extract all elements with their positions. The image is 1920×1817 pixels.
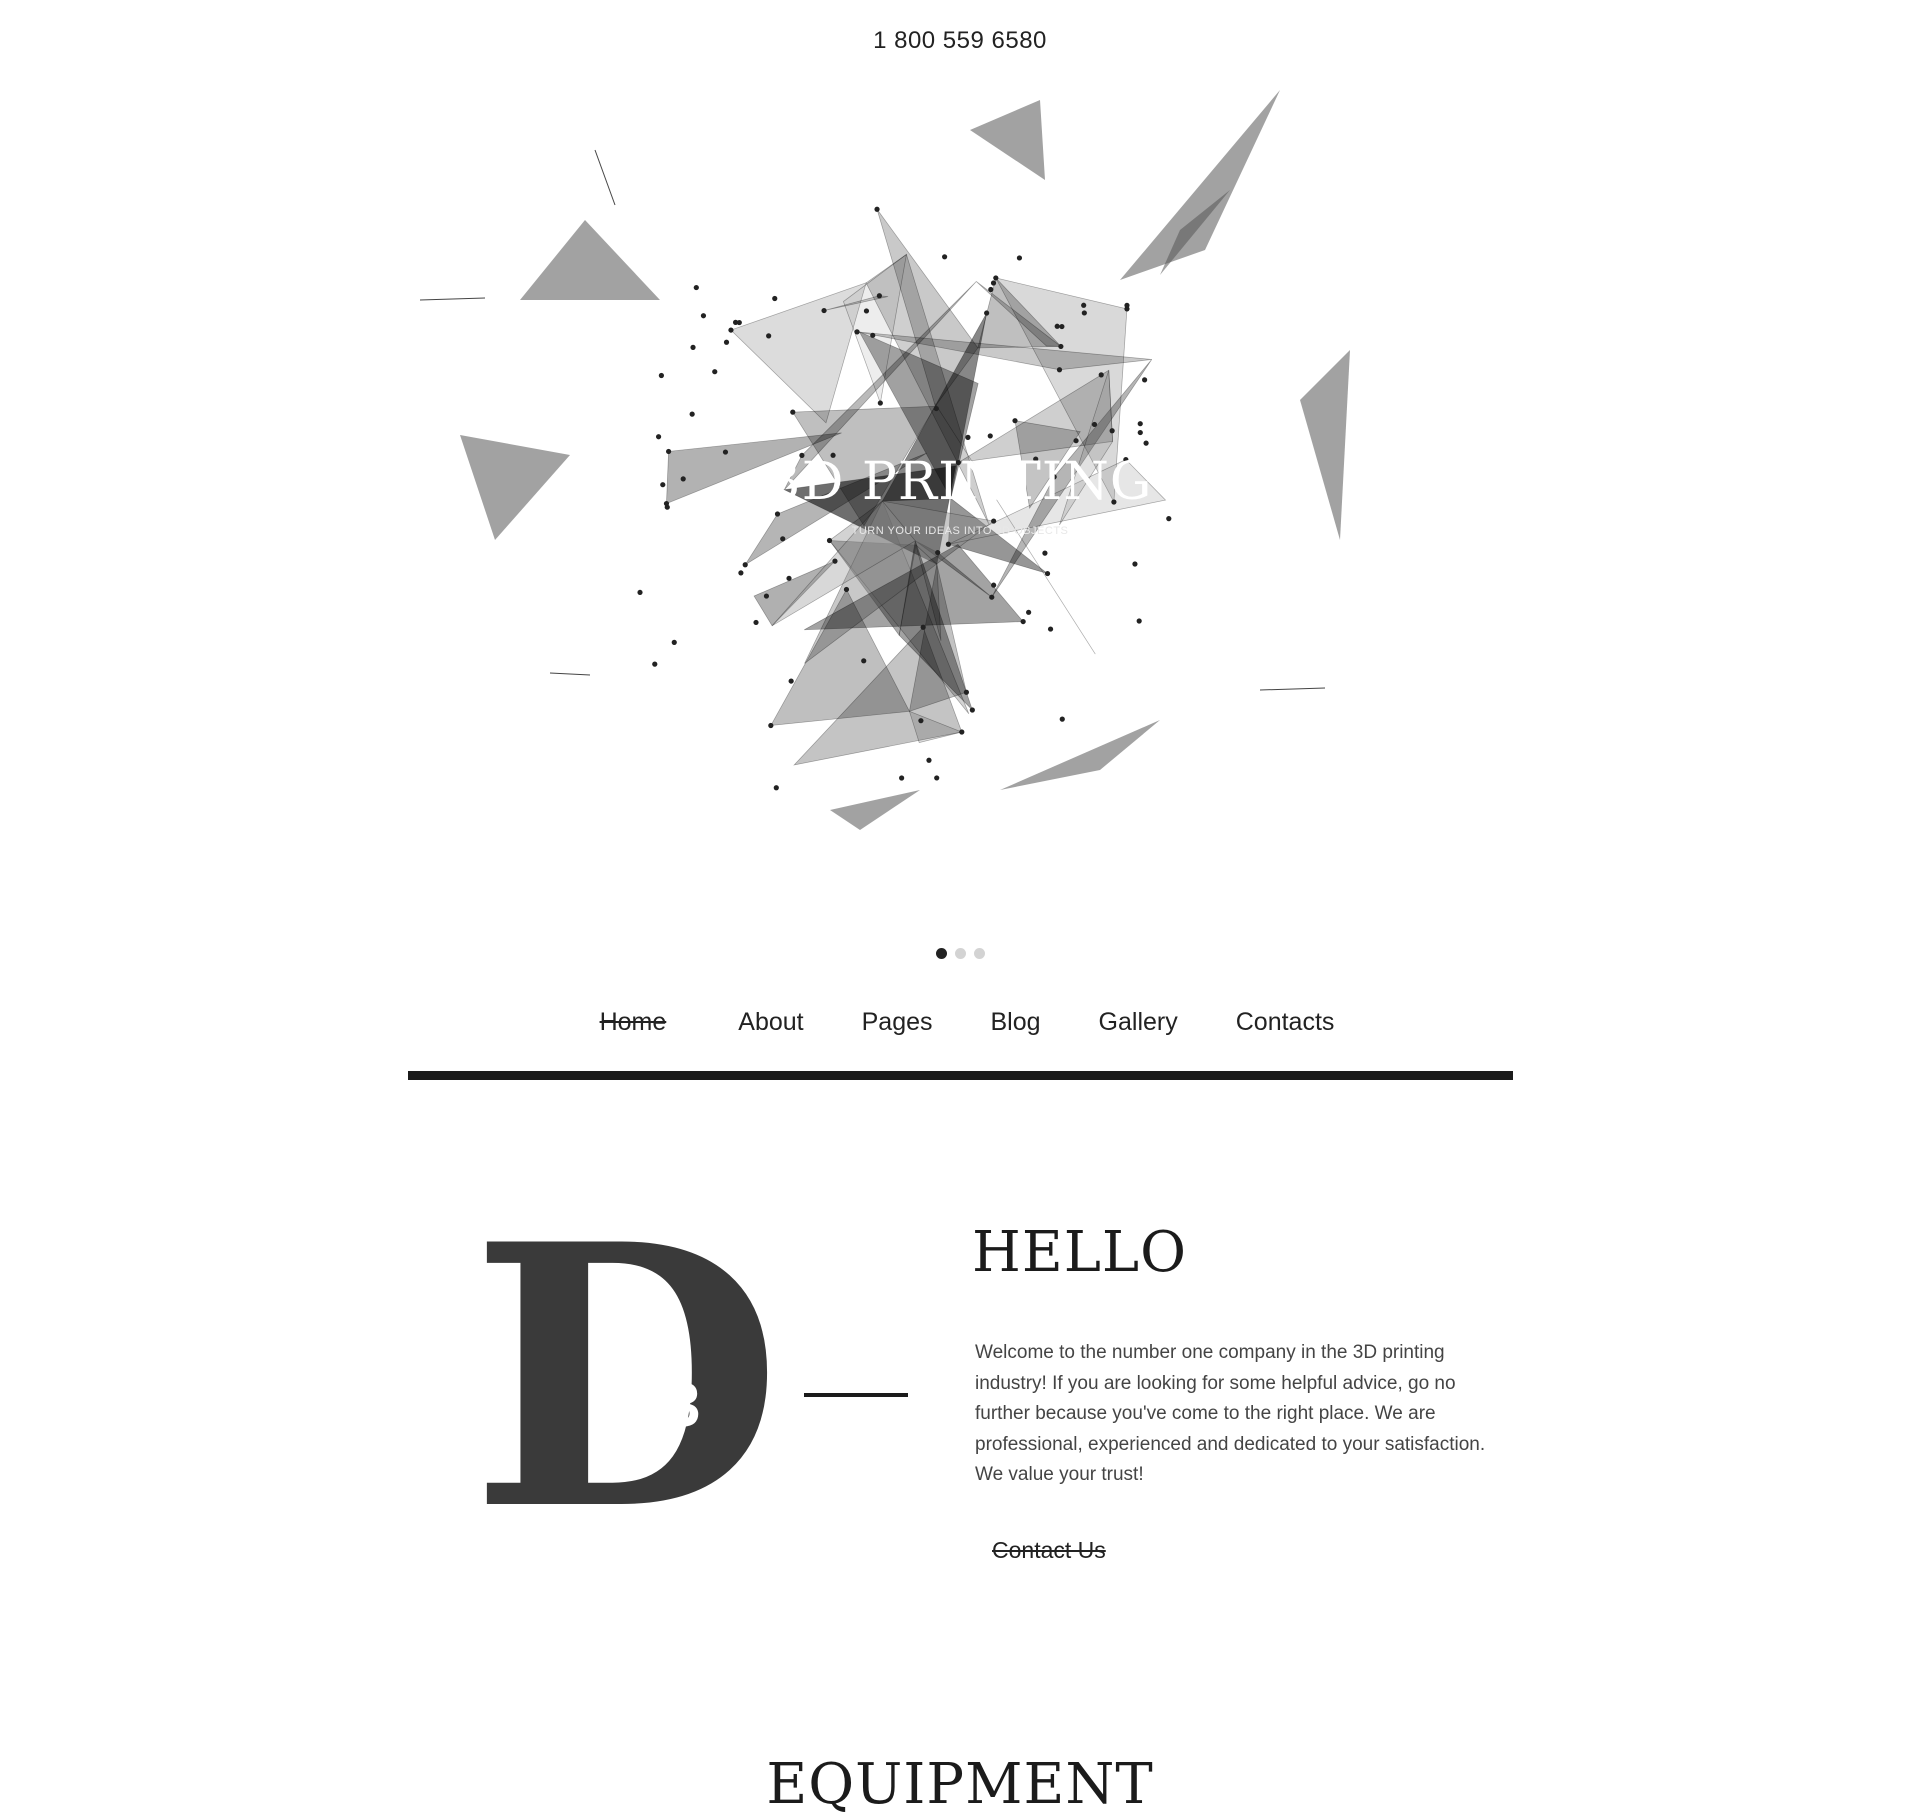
slide-dot-3[interactable] [973, 948, 985, 959]
hello-paragraph: Welcome to the number one company in the… [975, 1342, 1486, 1485]
slide-dot-1[interactable] [935, 948, 947, 959]
hello-heading: HELLO [972, 1220, 1187, 1285]
hero-title: 3D PRINTING [767, 452, 1153, 512]
nav-item-contacts[interactable]: Contacts [1236, 1008, 1335, 1037]
nav-item-gallery[interactable]: Gallery [1099, 1008, 1178, 1037]
equipment-heading: EQUIPMENT [766, 1752, 1154, 1817]
nav-item-about[interactable]: About [738, 1008, 803, 1037]
nav-divider [408, 1071, 1513, 1080]
slide-dot-2[interactable] [954, 948, 966, 959]
main-nav: Home About Pages Blog Gallery Contacts [0, 1008, 1920, 1037]
hero-subtitle: TURN YOUR IDEAS INTO 3D OBJECTS [851, 525, 1069, 537]
nav-item-home[interactable]: Home [586, 1008, 681, 1037]
slider-pagination [0, 948, 1920, 959]
d3-logo: D 3 [470, 1198, 782, 1558]
logo-superscript: 3 [666, 1371, 701, 1440]
contact-us-link[interactable]: Contact Us [978, 1537, 1120, 1564]
decorative-dash [804, 1393, 908, 1397]
nav-item-pages[interactable]: Pages [862, 1008, 933, 1037]
logo-letter: D [470, 1166, 783, 1589]
nav-item-blog[interactable]: Blog [991, 1008, 1041, 1037]
phone-number[interactable]: 1 800 559 6580 [0, 27, 1920, 55]
